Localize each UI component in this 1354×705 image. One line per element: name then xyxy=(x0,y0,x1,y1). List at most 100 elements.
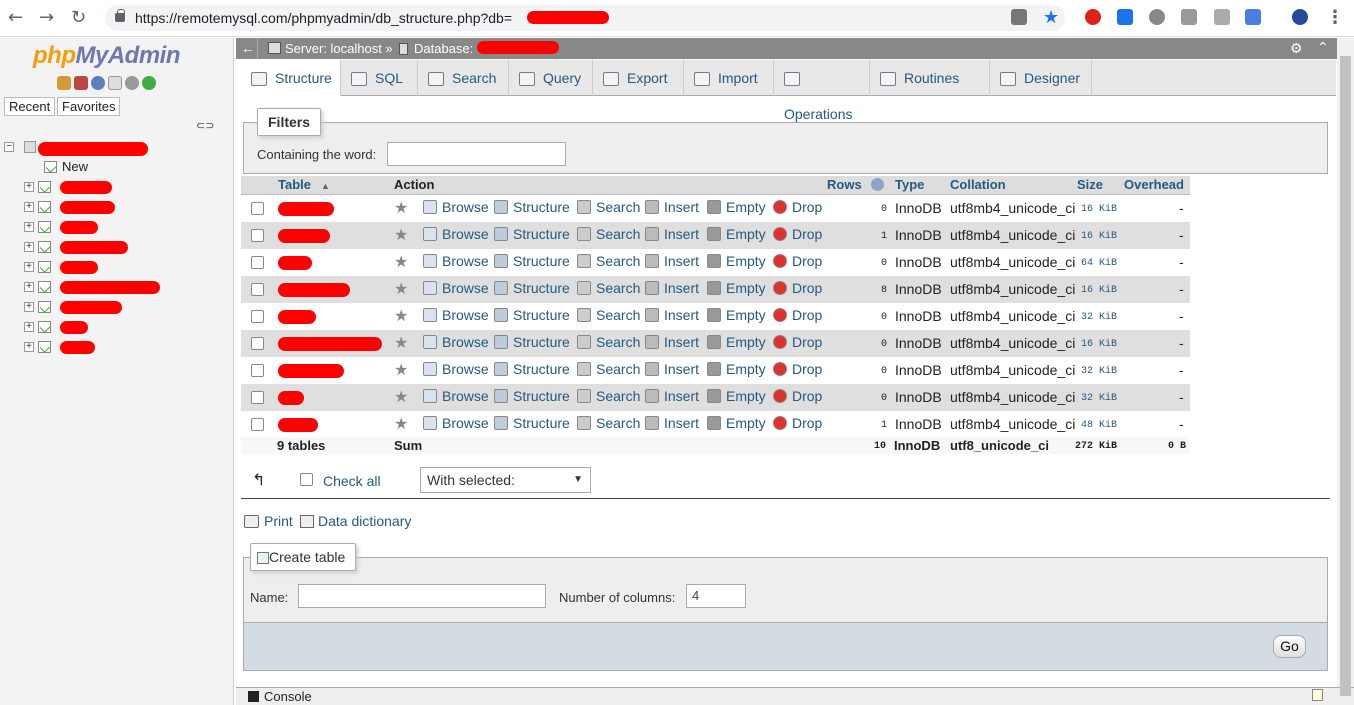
tree-table-item[interactable]: + xyxy=(0,298,234,316)
with-selected-select[interactable]: With selected: ▼ xyxy=(420,467,591,493)
action-drop[interactable]: Drop xyxy=(773,388,822,404)
action-empty[interactable]: Empty xyxy=(707,280,766,296)
row-size[interactable]: 32 KiB xyxy=(1081,312,1117,323)
action-browse[interactable]: Browse xyxy=(423,361,489,377)
action-drop[interactable]: Drop xyxy=(773,307,822,323)
collapse-icon[interactable]: − xyxy=(4,142,14,152)
favorite-star-icon[interactable]: ★ xyxy=(394,308,408,324)
opera-extension-icon[interactable] xyxy=(1085,9,1101,25)
reload-nav-icon[interactable] xyxy=(142,76,156,90)
puzzle-extension-icon[interactable] xyxy=(1214,9,1230,25)
tree-database-node[interactable]: − xyxy=(0,138,234,156)
logout-icon[interactable] xyxy=(74,76,88,90)
row-size[interactable]: 16 KiB xyxy=(1081,231,1117,242)
tab-import[interactable]: Import xyxy=(684,60,774,96)
action-browse[interactable]: Browse xyxy=(423,388,489,404)
go-button[interactable]: Go xyxy=(1273,635,1306,658)
action-search[interactable]: Search xyxy=(577,361,640,377)
row-checkbox[interactable] xyxy=(251,391,264,404)
favorite-star-icon[interactable]: ★ xyxy=(394,281,408,297)
action-browse[interactable]: Browse xyxy=(423,280,489,296)
action-empty[interactable]: Empty xyxy=(707,415,766,431)
link-chain-icon[interactable]: ⊂⊃ xyxy=(196,119,214,132)
breadcrumb-server[interactable]: Server: localhost » xyxy=(285,38,393,59)
tree-table-item[interactable]: + xyxy=(0,338,234,356)
tab-search[interactable]: Search xyxy=(418,60,509,96)
check-all-label[interactable]: Check all xyxy=(323,473,381,489)
action-structure[interactable]: Structure xyxy=(494,361,570,377)
row-size[interactable]: 16 KiB xyxy=(1081,285,1117,296)
bookmark-star-icon[interactable]: ★ xyxy=(1043,9,1059,27)
action-structure[interactable]: Structure xyxy=(494,307,570,323)
col-header-size[interactable]: Size xyxy=(1077,177,1103,192)
row-checkbox[interactable] xyxy=(251,202,264,215)
action-empty[interactable]: Empty xyxy=(707,199,766,215)
settings-gear-icon[interactable] xyxy=(125,76,139,90)
favorite-star-icon[interactable]: ★ xyxy=(394,335,408,351)
action-empty[interactable]: Empty xyxy=(707,253,766,269)
expand-icon[interactable]: + xyxy=(24,182,34,192)
action-search[interactable]: Search xyxy=(577,307,640,323)
action-drop[interactable]: Drop xyxy=(773,361,822,377)
action-structure[interactable]: Structure xyxy=(494,388,570,404)
translate-icon[interactable] xyxy=(1011,9,1027,25)
row-checkbox[interactable] xyxy=(251,364,264,377)
action-drop[interactable]: Drop xyxy=(773,226,822,242)
row-size[interactable]: 48 KiB xyxy=(1081,420,1117,431)
row-size[interactable]: 32 KiB xyxy=(1081,366,1117,377)
row-checkbox[interactable] xyxy=(251,337,264,350)
action-insert[interactable]: Insert xyxy=(645,388,699,404)
expand-icon[interactable]: + xyxy=(24,302,34,312)
columns-input[interactable]: 4 xyxy=(686,584,746,608)
tab-export[interactable]: Export xyxy=(593,60,684,96)
minimize-icon[interactable]: ⌃ xyxy=(1317,37,1329,58)
row-size[interactable]: 32 KiB xyxy=(1081,393,1117,404)
forward-icon[interactable]: → xyxy=(39,9,54,27)
action-insert[interactable]: Insert xyxy=(645,415,699,431)
col-header-table[interactable]: Table xyxy=(278,177,311,192)
settings-gear-icon[interactable]: ⚙ xyxy=(1290,38,1303,59)
favorite-star-icon[interactable]: ★ xyxy=(394,362,408,378)
row-checkbox[interactable] xyxy=(251,229,264,242)
action-drop[interactable]: Drop xyxy=(773,280,822,296)
tree-new-table[interactable]: New xyxy=(0,158,234,176)
tab-favorites[interactable]: Favorites xyxy=(57,97,121,116)
action-browse[interactable]: Browse xyxy=(423,199,489,215)
action-insert[interactable]: Insert xyxy=(645,253,699,269)
action-browse[interactable]: Browse xyxy=(423,415,489,431)
row-checkbox[interactable] xyxy=(251,418,264,431)
breadcrumb-database[interactable]: Database: xyxy=(414,38,473,59)
tab-operations[interactable]: Operations xyxy=(774,60,870,122)
action-insert[interactable]: Insert xyxy=(645,199,699,215)
action-search[interactable]: Search xyxy=(577,253,640,269)
tab-routines[interactable]: Routines xyxy=(870,60,990,96)
action-structure[interactable]: Structure xyxy=(494,280,570,296)
table-name-input[interactable] xyxy=(298,584,546,608)
rows-help-icon[interactable] xyxy=(871,178,884,191)
camera-icon[interactable] xyxy=(1181,9,1197,25)
tree-table-item[interactable]: + xyxy=(0,178,234,196)
reload-icon[interactable]: ↻ xyxy=(71,9,86,27)
action-drop[interactable]: Drop xyxy=(773,199,822,215)
action-structure[interactable]: Structure xyxy=(494,334,570,350)
expand-icon[interactable]: + xyxy=(24,242,34,252)
action-search[interactable]: Search xyxy=(577,280,640,296)
share-extension-icon[interactable] xyxy=(1117,9,1133,25)
tree-table-item[interactable]: + xyxy=(0,318,234,336)
action-drop[interactable]: Drop xyxy=(773,415,822,431)
page-scrollbar[interactable] xyxy=(1337,38,1354,696)
docs-icon[interactable] xyxy=(108,76,122,90)
profile-avatar[interactable] xyxy=(1292,9,1308,25)
tree-table-item[interactable]: + xyxy=(0,218,234,236)
row-size[interactable]: 64 KiB xyxy=(1081,258,1117,269)
action-empty[interactable]: Empty xyxy=(707,388,766,404)
col-header-collation[interactable]: Collation xyxy=(950,177,1006,192)
expand-icon[interactable]: + xyxy=(24,282,34,292)
action-structure[interactable]: Structure xyxy=(494,253,570,269)
row-checkbox[interactable] xyxy=(251,283,264,296)
action-empty[interactable]: Empty xyxy=(707,226,766,242)
action-search[interactable]: Search xyxy=(577,226,640,242)
scrollbar-thumb[interactable] xyxy=(1340,56,1351,696)
action-search[interactable]: Search xyxy=(577,388,640,404)
expand-icon[interactable]: + xyxy=(24,202,34,212)
